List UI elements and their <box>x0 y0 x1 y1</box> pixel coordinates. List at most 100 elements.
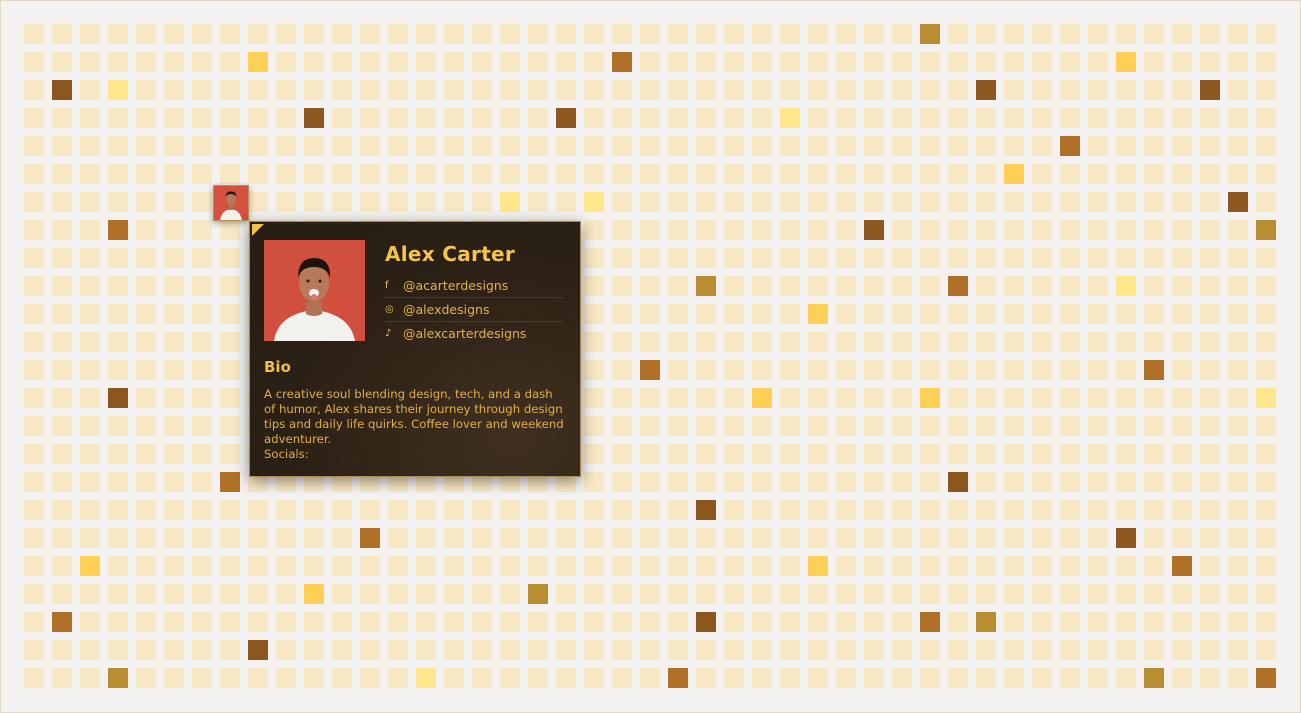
grid-tile[interactable] <box>864 500 884 520</box>
grid-tile[interactable] <box>1032 528 1052 548</box>
grid-tile[interactable] <box>192 304 212 324</box>
grid-tile[interactable] <box>948 528 968 548</box>
grid-tile[interactable] <box>1200 472 1220 492</box>
grid-tile[interactable] <box>80 332 100 352</box>
grid-tile[interactable] <box>1228 164 1248 184</box>
grid-tile[interactable] <box>1200 276 1220 296</box>
grid-tile[interactable] <box>808 248 828 268</box>
grid-tile[interactable] <box>444 52 464 72</box>
grid-tile[interactable] <box>752 640 772 660</box>
grid-tile[interactable] <box>24 108 44 128</box>
grid-tile[interactable] <box>220 52 240 72</box>
grid-tile[interactable] <box>136 304 156 324</box>
grid-tile[interactable] <box>1060 528 1080 548</box>
grid-tile[interactable] <box>752 304 772 324</box>
grid-tile[interactable] <box>444 164 464 184</box>
grid-tile[interactable] <box>164 416 184 436</box>
grid-tile[interactable] <box>1172 612 1192 632</box>
grid-tile[interactable] <box>696 556 716 576</box>
grid-tile[interactable] <box>752 248 772 268</box>
grid-tile[interactable] <box>1032 360 1052 380</box>
grid-tile[interactable] <box>360 24 380 44</box>
grid-tile[interactable] <box>696 640 716 660</box>
grid-tile[interactable] <box>892 108 912 128</box>
grid-tile[interactable] <box>976 108 996 128</box>
grid-tile[interactable] <box>752 584 772 604</box>
grid-tile-highlighted[interactable] <box>696 500 716 520</box>
grid-tile[interactable] <box>1144 332 1164 352</box>
grid-tile[interactable] <box>920 136 940 156</box>
grid-tile[interactable] <box>108 192 128 212</box>
grid-tile[interactable] <box>248 528 268 548</box>
grid-tile[interactable] <box>836 360 856 380</box>
grid-tile[interactable] <box>864 584 884 604</box>
grid-tile[interactable] <box>24 668 44 688</box>
grid-tile[interactable] <box>388 528 408 548</box>
grid-tile[interactable] <box>444 584 464 604</box>
grid-tile[interactable] <box>304 164 324 184</box>
grid-tile[interactable] <box>724 136 744 156</box>
grid-tile[interactable] <box>1060 164 1080 184</box>
grid-tile[interactable] <box>1088 220 1108 240</box>
grid-tile[interactable] <box>192 80 212 100</box>
grid-tile[interactable] <box>1200 220 1220 240</box>
grid-tile[interactable] <box>948 80 968 100</box>
grid-tile[interactable] <box>164 220 184 240</box>
grid-tile[interactable] <box>164 108 184 128</box>
grid-tile[interactable] <box>724 192 744 212</box>
grid-tile[interactable] <box>108 304 128 324</box>
grid-tile-highlighted[interactable] <box>304 584 324 604</box>
grid-tile-highlighted[interactable] <box>948 472 968 492</box>
grid-tile[interactable] <box>612 220 632 240</box>
grid-tile[interactable] <box>1228 52 1248 72</box>
grid-tile[interactable] <box>472 584 492 604</box>
grid-tile[interactable] <box>752 164 772 184</box>
grid-tile[interactable] <box>80 388 100 408</box>
grid-tile[interactable] <box>1032 668 1052 688</box>
grid-tile[interactable] <box>136 360 156 380</box>
grid-tile[interactable] <box>220 612 240 632</box>
grid-tile[interactable] <box>416 164 436 184</box>
grid-tile[interactable] <box>220 556 240 576</box>
grid-tile[interactable] <box>696 248 716 268</box>
grid-tile[interactable] <box>1088 248 1108 268</box>
grid-tile[interactable] <box>724 528 744 548</box>
grid-tile[interactable] <box>584 136 604 156</box>
grid-tile[interactable] <box>1060 584 1080 604</box>
grid-tile[interactable] <box>1004 500 1024 520</box>
grid-tile[interactable] <box>864 556 884 576</box>
grid-tile[interactable] <box>976 416 996 436</box>
grid-tile[interactable] <box>164 136 184 156</box>
grid-tile[interactable] <box>108 24 128 44</box>
grid-tile[interactable] <box>1004 220 1024 240</box>
grid-tile[interactable] <box>612 528 632 548</box>
grid-tile[interactable] <box>1228 472 1248 492</box>
grid-tile[interactable] <box>948 640 968 660</box>
grid-tile[interactable] <box>1256 52 1276 72</box>
grid-tile[interactable] <box>836 164 856 184</box>
grid-tile[interactable] <box>612 388 632 408</box>
grid-tile[interactable] <box>696 80 716 100</box>
grid-tile[interactable] <box>808 220 828 240</box>
grid-tile[interactable] <box>808 612 828 632</box>
grid-tile[interactable] <box>108 332 128 352</box>
grid-tile[interactable] <box>1200 444 1220 464</box>
grid-tile[interactable] <box>1004 416 1024 436</box>
grid-tile[interactable] <box>1032 276 1052 296</box>
grid-tile[interactable] <box>164 444 184 464</box>
grid-tile[interactable] <box>1004 276 1024 296</box>
grid-tile[interactable] <box>1256 612 1276 632</box>
grid-tile[interactable] <box>444 136 464 156</box>
grid-tile[interactable] <box>948 500 968 520</box>
grid-tile-highlighted[interactable] <box>1144 360 1164 380</box>
grid-tile[interactable] <box>1032 472 1052 492</box>
grid-tile[interactable] <box>948 52 968 72</box>
grid-tile[interactable] <box>612 500 632 520</box>
grid-tile[interactable] <box>1060 388 1080 408</box>
grid-tile[interactable] <box>724 556 744 576</box>
grid-tile-highlighted[interactable] <box>864 220 884 240</box>
grid-tile[interactable] <box>780 248 800 268</box>
profile-thumbnail[interactable] <box>213 185 249 221</box>
grid-tile[interactable] <box>1060 80 1080 100</box>
grid-tile-highlighted[interactable] <box>1060 136 1080 156</box>
